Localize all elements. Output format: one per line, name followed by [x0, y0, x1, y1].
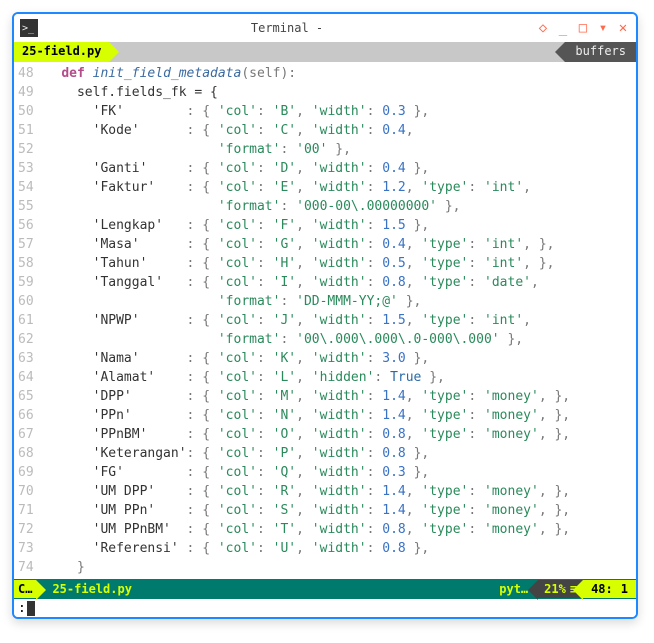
editor-area[interactable]: 4849505152535455565758596061626364656667… [14, 62, 636, 579]
terminal-window: >_ Terminal - ◇ _ □ ▾ ✕ 25-field.py buff… [12, 12, 638, 619]
status-position: 48:1 [583, 580, 636, 598]
line-number: 69 [18, 463, 34, 482]
line-number: 73 [18, 539, 34, 558]
cmd-prompt: : [18, 601, 26, 616]
code-line: 'PPn' : { 'col': 'N', 'width': 1.4, 'typ… [46, 406, 632, 425]
command-line[interactable]: : [14, 599, 636, 617]
code-line: 'Faktur' : { 'col': 'E', 'width': 1.2, '… [46, 178, 632, 197]
line-number: 55 [18, 197, 34, 216]
line-number: 56 [18, 216, 34, 235]
line-number: 68 [18, 444, 34, 463]
line-number: 54 [18, 178, 34, 197]
code-line: 'DPP' : { 'col': 'M', 'width': 1.4, 'typ… [46, 387, 632, 406]
code-line: 'Nama' : { 'col': 'K', 'width': 3.0 }, [46, 349, 632, 368]
code-line: 'Keterangan': { 'col': 'P', 'width': 0.8… [46, 444, 632, 463]
window-maximize-icon[interactable]: □ [576, 20, 590, 36]
terminal-app-icon: >_ [20, 19, 38, 37]
code-line: 'Tahun' : { 'col': 'H', 'width': 0.5, 't… [46, 254, 632, 273]
code-line: 'UM DPP' : { 'col': 'R', 'width': 1.4, '… [46, 482, 632, 501]
code-line: 'Alamat' : { 'col': 'L', 'hidden': True … [46, 368, 632, 387]
titlebar-left: >_ [20, 19, 38, 37]
line-number: 61 [18, 311, 34, 330]
statusbar: C… 25-field.py pyt… 21% ≡ 48:1 [14, 579, 636, 599]
line-number: 66 [18, 406, 34, 425]
line-number: 59 [18, 273, 34, 292]
code-line: def init_field_metadata(self): [46, 64, 632, 83]
window-dropdown-icon[interactable]: ▾ [596, 20, 610, 36]
line-number: 64 [18, 368, 34, 387]
line-number: 51 [18, 121, 34, 140]
window-minimize-icon[interactable]: _ [556, 20, 570, 36]
code-line: 'Masa' : { 'col': 'G', 'width': 0.4, 'ty… [46, 235, 632, 254]
code-line: self.fields_fk = { [46, 83, 632, 102]
line-number: 57 [18, 235, 34, 254]
line-number: 58 [18, 254, 34, 273]
code-line: 'Ganti' : { 'col': 'D', 'width': 0.4 }, [46, 159, 632, 178]
line-number: 72 [18, 520, 34, 539]
code-line: 'Tanggal' : { 'col': 'I', 'width': 0.8, … [46, 273, 632, 292]
line-number: 60 [18, 292, 34, 311]
status-filetype: pyt… [499, 582, 528, 596]
cursor-icon [27, 601, 35, 616]
titlebar: >_ Terminal - ◇ _ □ ▾ ✕ [14, 14, 636, 42]
line-number: 48 [18, 64, 34, 83]
code-line: 'format': '00' }, [46, 140, 632, 159]
code-line: 'format': 'DD-MMM-YY;@' }, [46, 292, 632, 311]
code-line: 'FK' : { 'col': 'B', 'width': 0.3 }, [46, 102, 632, 121]
line-number: 65 [18, 387, 34, 406]
status-col: 1 [621, 582, 628, 596]
status-line: 48 [591, 582, 605, 596]
line-number: 63 [18, 349, 34, 368]
window-title: Terminal - [38, 21, 536, 35]
line-number: 50 [18, 102, 34, 121]
line-number: 53 [18, 159, 34, 178]
code-line: 'PPnBM' : { 'col': 'O', 'width': 0.8, 't… [46, 425, 632, 444]
code-line: 'format': '000-00\.00000000' }, [46, 197, 632, 216]
line-number: 71 [18, 501, 34, 520]
line-number: 70 [18, 482, 34, 501]
window-controls: ◇ _ □ ▾ ✕ [536, 20, 630, 36]
code-line: } [46, 558, 632, 577]
line-number: 52 [18, 140, 34, 159]
buffers-label[interactable]: buffers [565, 42, 636, 62]
line-number-gutter: 4849505152535455565758596061626364656667… [14, 62, 42, 579]
status-percent: 21% [544, 582, 566, 596]
status-filename: 25-field.py [52, 582, 131, 596]
code-line: 'Kode' : { 'col': 'C', 'width': 0.4, [46, 121, 632, 140]
tab-active[interactable]: 25-field.py [14, 42, 109, 62]
line-number: 74 [18, 558, 34, 577]
code-line: 'UM PPn' : { 'col': 'S', 'width': 1.4, '… [46, 501, 632, 520]
code-line: 'format': '00\.000\.000\.0-000\.000' }, [46, 330, 632, 349]
code-content[interactable]: def init_field_metadata(self): self.fiel… [42, 62, 636, 579]
line-number: 49 [18, 83, 34, 102]
code-line: 'Referensi' : { 'col': 'U', 'width': 0.8… [46, 539, 632, 558]
window-pin-icon[interactable]: ◇ [536, 20, 550, 36]
code-line: 'NPWP' : { 'col': 'J', 'width': 1.5, 'ty… [46, 311, 632, 330]
code-line: 'UM PPnBM' : { 'col': 'T', 'width': 0.8,… [46, 520, 632, 539]
buffer-tabbar: 25-field.py buffers [14, 42, 636, 62]
line-number: 67 [18, 425, 34, 444]
line-number: 62 [18, 330, 34, 349]
status-mode: C… [14, 580, 36, 598]
code-line: 'Lengkap' : { 'col': 'F', 'width': 1.5 }… [46, 216, 632, 235]
window-close-icon[interactable]: ✕ [616, 20, 630, 36]
code-line: 'FG' : { 'col': 'Q', 'width': 0.3 }, [46, 463, 632, 482]
